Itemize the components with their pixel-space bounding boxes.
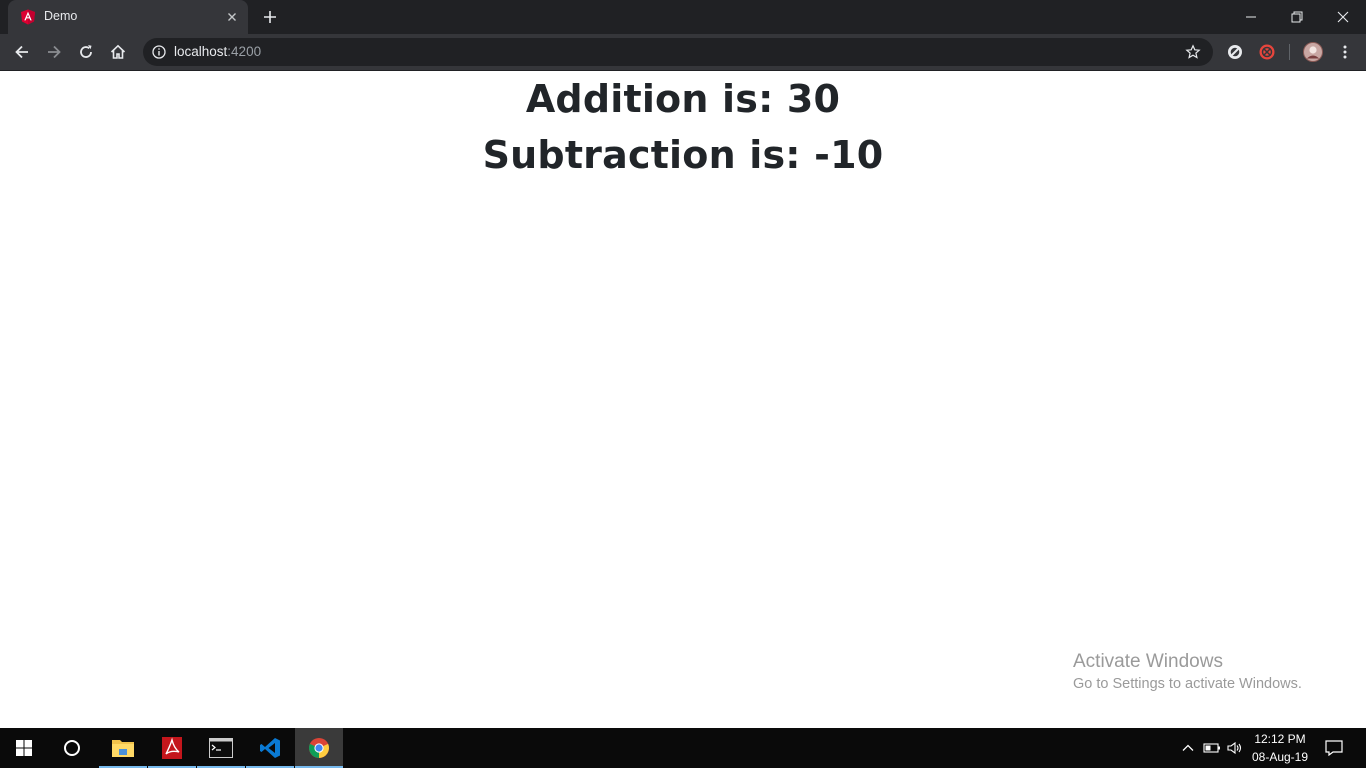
cortana-button[interactable] — [48, 728, 96, 768]
browser-toolbar: localhost:4200 — [0, 34, 1366, 71]
watermark-title: Activate Windows — [1073, 651, 1223, 672]
taskbar-terminal[interactable] — [197, 728, 245, 768]
reload-icon[interactable] — [76, 42, 96, 62]
volume-icon[interactable] — [1225, 728, 1245, 768]
page-content: Addition is: 30 Subtraction is: -10 Acti… — [0, 71, 1366, 728]
close-window-icon[interactable] — [1320, 0, 1366, 34]
windows-logo-icon — [16, 740, 32, 756]
url-host: localhost — [174, 44, 228, 59]
terminal-icon — [209, 738, 233, 758]
toolbar-separator — [1289, 44, 1290, 60]
angular-favicon-icon — [20, 9, 36, 25]
vscode-icon — [260, 738, 280, 758]
close-tab-icon[interactable] — [224, 9, 240, 25]
start-button[interactable] — [0, 728, 48, 768]
subtraction-heading: Subtraction is: -10 — [482, 133, 884, 177]
activate-windows-watermark: Activate Windows Go to Settings to activ… — [1073, 651, 1302, 695]
watermark-subtitle: Go to Settings to activate Windows. — [1073, 676, 1302, 692]
chrome-menu-icon[interactable] — [1336, 43, 1354, 61]
taskbar-file-explorer[interactable] — [99, 728, 147, 768]
chrome-icon — [309, 738, 329, 758]
back-icon[interactable] — [12, 42, 32, 62]
url-text: localhost:4200 — [174, 44, 261, 59]
forward-icon[interactable] — [44, 42, 64, 62]
tab-title: Demo — [44, 9, 78, 23]
new-tab-icon[interactable] — [261, 8, 279, 26]
windows-taskbar: 12:12 PM 08-Aug-19 — [0, 728, 1366, 768]
clock-date: 08-Aug-19 — [1251, 750, 1309, 764]
clock-time: 12:12 PM — [1254, 732, 1306, 746]
extension-adblock-icon[interactable] — [1258, 43, 1276, 61]
notifications-icon[interactable] — [1322, 728, 1346, 768]
tray-overflow-icon[interactable] — [1178, 728, 1198, 768]
bookmark-star-icon[interactable] — [1185, 44, 1201, 60]
browser-tab[interactable]: Demo — [8, 0, 248, 34]
tab-strip: Demo — [0, 0, 1366, 34]
address-bar[interactable]: localhost:4200 — [143, 38, 1213, 66]
system-clock[interactable]: 12:12 PM 08-Aug-19 — [1244, 730, 1316, 766]
profile-avatar-icon[interactable] — [1303, 42, 1323, 62]
minimize-icon[interactable] — [1228, 0, 1274, 34]
taskbar-acrobat[interactable] — [148, 728, 196, 768]
url-port: :4200 — [227, 44, 262, 59]
restore-icon[interactable] — [1274, 0, 1320, 34]
folder-icon — [112, 740, 134, 757]
extension-block-icon[interactable] — [1226, 43, 1244, 61]
home-icon[interactable] — [108, 42, 128, 62]
taskbar-chrome[interactable] — [295, 728, 343, 768]
battery-icon[interactable] — [1202, 728, 1222, 768]
site-info-icon[interactable] — [151, 44, 167, 60]
taskbar-vscode[interactable] — [246, 728, 294, 768]
pdf-icon — [162, 737, 182, 759]
cortana-circle-icon — [64, 740, 80, 756]
addition-heading: Addition is: 30 — [525, 77, 841, 121]
